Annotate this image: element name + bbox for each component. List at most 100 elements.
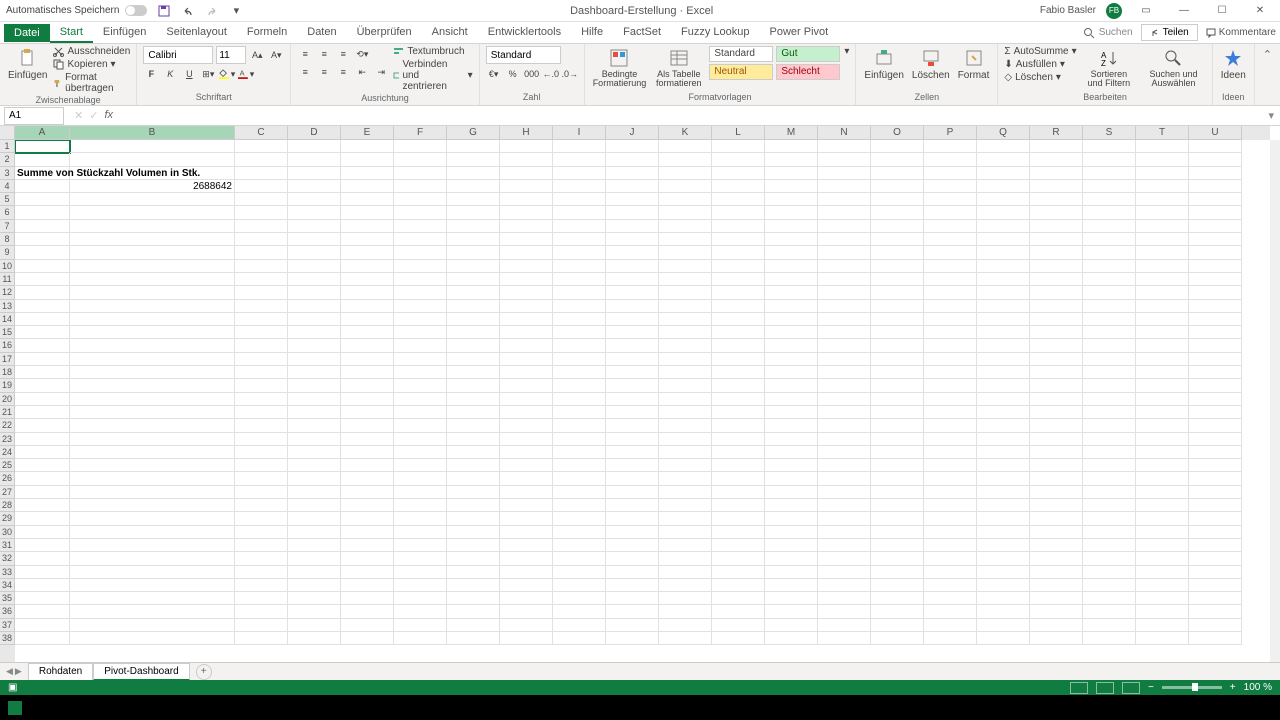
column-header-P[interactable]: P — [924, 126, 977, 140]
cell-I10[interactable] — [553, 260, 606, 273]
cell-F29[interactable] — [394, 512, 447, 525]
cell-I31[interactable] — [553, 539, 606, 552]
cell-T16[interactable] — [1136, 339, 1189, 352]
cell-I30[interactable] — [553, 526, 606, 539]
cell-D24[interactable] — [288, 446, 341, 459]
cell-N4[interactable] — [818, 180, 871, 193]
cell-L8[interactable] — [712, 233, 765, 246]
cell-P5[interactable] — [924, 193, 977, 206]
cell-M34[interactable] — [765, 579, 818, 592]
cell-P18[interactable] — [924, 366, 977, 379]
cell-S4[interactable] — [1083, 180, 1136, 193]
cell-L24[interactable] — [712, 446, 765, 459]
cell-N8[interactable] — [818, 233, 871, 246]
close-button[interactable]: ✕ — [1246, 2, 1274, 20]
column-header-T[interactable]: T — [1136, 126, 1189, 140]
cell-O15[interactable] — [871, 326, 924, 339]
cell-B28[interactable] — [70, 499, 235, 512]
cell-J37[interactable] — [606, 619, 659, 632]
cell-A38[interactable] — [15, 632, 70, 645]
cell-T8[interactable] — [1136, 233, 1189, 246]
column-headers[interactable]: ABCDEFGHIJKLMNOPQRSTU — [15, 126, 1270, 140]
cell-A9[interactable] — [15, 246, 70, 259]
cell-H25[interactable] — [500, 459, 553, 472]
cell-S17[interactable] — [1083, 353, 1136, 366]
cell-O30[interactable] — [871, 526, 924, 539]
cell-I21[interactable] — [553, 406, 606, 419]
cell-N30[interactable] — [818, 526, 871, 539]
cell-U20[interactable] — [1189, 393, 1242, 406]
cell-C6[interactable] — [235, 206, 288, 219]
cell-L36[interactable] — [712, 605, 765, 618]
fill-color-button[interactable]: ▾ — [219, 66, 235, 82]
cell-C9[interactable] — [235, 246, 288, 259]
cell-E9[interactable] — [341, 246, 394, 259]
cell-H30[interactable] — [500, 526, 553, 539]
sort-filter-button[interactable]: AZSortieren und Filtern — [1081, 46, 1138, 90]
cell-Q13[interactable] — [977, 300, 1030, 313]
cell-K16[interactable] — [659, 339, 712, 352]
cell-B22[interactable] — [70, 419, 235, 432]
cell-I24[interactable] — [553, 446, 606, 459]
cell-M27[interactable] — [765, 486, 818, 499]
cell-C20[interactable] — [235, 393, 288, 406]
cell-U36[interactable] — [1189, 605, 1242, 618]
cell-A37[interactable] — [15, 619, 70, 632]
cell-U18[interactable] — [1189, 366, 1242, 379]
cell-F5[interactable] — [394, 193, 447, 206]
cell-U13[interactable] — [1189, 300, 1242, 313]
cell-M30[interactable] — [765, 526, 818, 539]
save-icon[interactable] — [157, 4, 171, 18]
cell-U27[interactable] — [1189, 486, 1242, 499]
align-middle-button[interactable]: ≡ — [316, 46, 332, 62]
cell-M1[interactable] — [765, 140, 818, 153]
cell-F31[interactable] — [394, 539, 447, 552]
cell-E2[interactable] — [341, 153, 394, 166]
cell-U21[interactable] — [1189, 406, 1242, 419]
cell-L10[interactable] — [712, 260, 765, 273]
cell-N31[interactable] — [818, 539, 871, 552]
cell-J21[interactable] — [606, 406, 659, 419]
row-header-26[interactable]: 26 — [0, 472, 15, 485]
cell-I11[interactable] — [553, 273, 606, 286]
cell-N12[interactable] — [818, 286, 871, 299]
cell-T26[interactable] — [1136, 472, 1189, 485]
row-header-16[interactable]: 16 — [0, 339, 15, 352]
cell-G3[interactable] — [447, 167, 500, 180]
cell-U34[interactable] — [1189, 579, 1242, 592]
shrink-font-button[interactable]: A▾ — [268, 47, 284, 63]
row-header-30[interactable]: 30 — [0, 526, 15, 539]
cell-K17[interactable] — [659, 353, 712, 366]
cell-M11[interactable] — [765, 273, 818, 286]
cell-J34[interactable] — [606, 579, 659, 592]
cell-C1[interactable] — [235, 140, 288, 153]
cell-M31[interactable] — [765, 539, 818, 552]
cell-U3[interactable] — [1189, 167, 1242, 180]
collapse-ribbon-button[interactable]: ⌃ — [1255, 44, 1280, 105]
cell-C24[interactable] — [235, 446, 288, 459]
cell-T2[interactable] — [1136, 153, 1189, 166]
cell-A33[interactable] — [15, 566, 70, 579]
cell-G19[interactable] — [447, 379, 500, 392]
cell-M32[interactable] — [765, 552, 818, 565]
cell-F37[interactable] — [394, 619, 447, 632]
cell-M21[interactable] — [765, 406, 818, 419]
cell-F3[interactable] — [394, 167, 447, 180]
cell-K4[interactable] — [659, 180, 712, 193]
cell-A24[interactable] — [15, 446, 70, 459]
cell-P16[interactable] — [924, 339, 977, 352]
cell-B31[interactable] — [70, 539, 235, 552]
cell-R15[interactable] — [1030, 326, 1083, 339]
cell-G26[interactable] — [447, 472, 500, 485]
cell-A17[interactable] — [15, 353, 70, 366]
row-header-19[interactable]: 19 — [0, 379, 15, 392]
cell-F14[interactable] — [394, 313, 447, 326]
cell-S27[interactable] — [1083, 486, 1136, 499]
cell-B30[interactable] — [70, 526, 235, 539]
cell-A7[interactable] — [15, 220, 70, 233]
column-header-E[interactable]: E — [341, 126, 394, 140]
cell-D21[interactable] — [288, 406, 341, 419]
cell-A22[interactable] — [15, 419, 70, 432]
cell-M20[interactable] — [765, 393, 818, 406]
column-header-Q[interactable]: Q — [977, 126, 1030, 140]
